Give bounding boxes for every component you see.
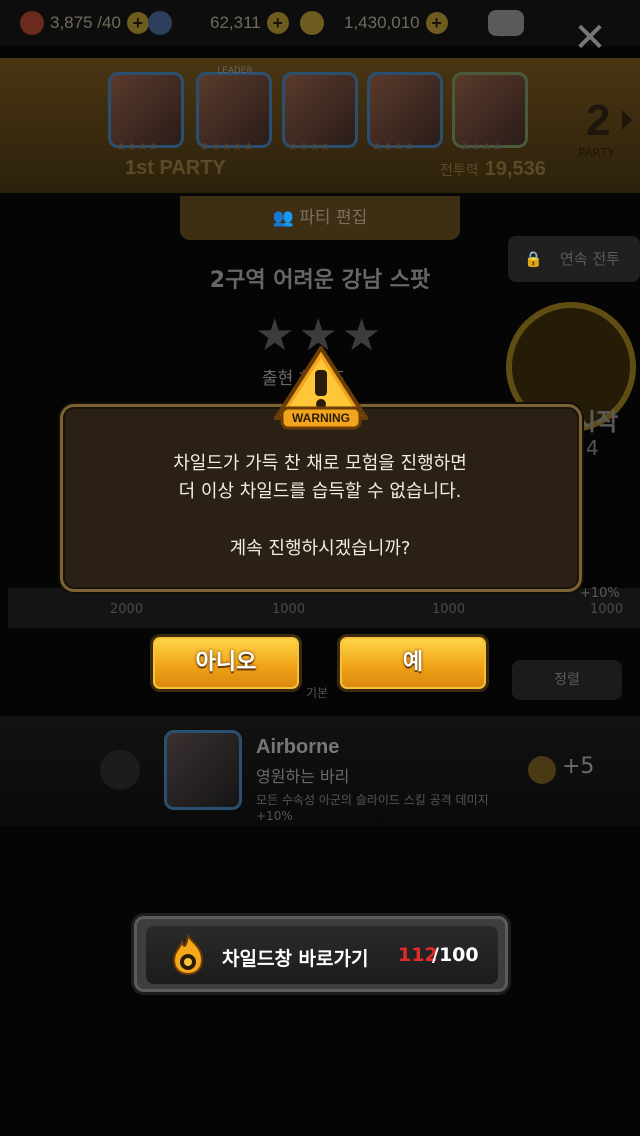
warning-line-1: 차일드가 가득 찬 채로 모험을 진행하면 [173,453,467,474]
party-member-portrait[interactable] [367,72,443,148]
party-edit-button[interactable]: 👥 파티 편집 [180,196,460,240]
star-rating: ★★★★ [116,140,160,153]
gold-resource: 1,430,010 + [300,8,448,38]
star-rating: ★★★★ [288,140,332,153]
leader-badge: LEADER [217,66,253,76]
child-count-max: /100 [432,944,479,966]
warning-message: 차일드가 가득 찬 채로 모험을 진행하면 더 이상 차일드를 습득할 수 없습… [0,450,640,506]
no-button[interactable]: 아니오 [150,634,302,692]
party-label: 1st PARTY [125,157,226,179]
heart-icon [20,11,44,35]
add-gold-button[interactable]: + [425,12,448,34]
warning-question: 계속 진행하시겠습니까? [229,538,411,559]
party-power: 전투력 19,536 [440,158,546,181]
sort-button[interactable]: 정렬 [512,660,622,700]
reward-value: 2000 [110,602,144,617]
gem-icon [148,11,172,35]
party-leader-portrait[interactable]: LEADER [196,66,272,148]
warning-line-2: 더 이상 차일드를 습득할 수 없습니다. [178,481,462,502]
add-stamina-button[interactable]: + [126,12,149,34]
star-rating: ★★★★ [372,140,416,153]
bonus-gem-icon [528,756,556,784]
skill-percent: +10% [256,809,293,823]
reward-value: 1000 [590,602,624,617]
chat-icon[interactable] [488,10,524,37]
gold-value: 1,430,010 [344,13,420,32]
resource-bar: 3,875 /40 + 62,311 + 1,430,010 + [0,0,640,46]
base-label: 기본 [306,686,329,700]
flame-icon [172,934,204,976]
reward-bonus: +10% [580,586,620,601]
reward-row [8,588,640,628]
gem-value: 62,311 [210,13,261,32]
party-member-portrait[interactable] [108,72,184,148]
skill-description: 모든 수속성 아군의 슬라이드 스킬 공격 데미지 [256,793,489,807]
star-rating: ★★★★ [460,140,504,153]
skill-character-portrait[interactable] [164,730,242,810]
reward-value: 1000 [272,602,306,617]
skill-name: Airborne [256,736,340,758]
stamina-resource: 3,875 /40 + [20,8,149,38]
warning-label: WARNING [292,411,350,425]
gem-resource: 62,311 + [148,8,289,38]
next-party-number[interactable]: 2 [586,96,610,146]
people-icon: 👥 [272,208,300,228]
next-party-arrow-icon[interactable] [622,110,640,130]
reward-value: 1000 [432,602,466,617]
party-member-portrait[interactable] [282,72,358,148]
power-label: 전투력 [440,162,479,178]
power-value: 19,536 [484,158,546,180]
skill-subtitle: 영원하는 바리 [256,767,350,786]
close-icon[interactable]: ✕ [570,18,610,58]
stage-title: 2구역 어려운 강남 스팟 [209,268,431,293]
skill-bonus: +5 [562,754,595,779]
gold-coin-icon [300,11,324,35]
star-rating: ★★★★★ [200,140,255,153]
shortcut-label: 차일드창 바로가기 [222,948,369,970]
party-edit-label: 파티 편집 [299,208,368,228]
next-party-label: PARTY [578,146,615,160]
party-member-portrait[interactable] [452,72,528,148]
yes-button[interactable]: 예 [337,634,489,692]
character-silhouette-icon [100,750,140,790]
add-gems-button[interactable]: + [266,12,289,34]
stamina-value: 3,875 /40 [50,13,121,32]
